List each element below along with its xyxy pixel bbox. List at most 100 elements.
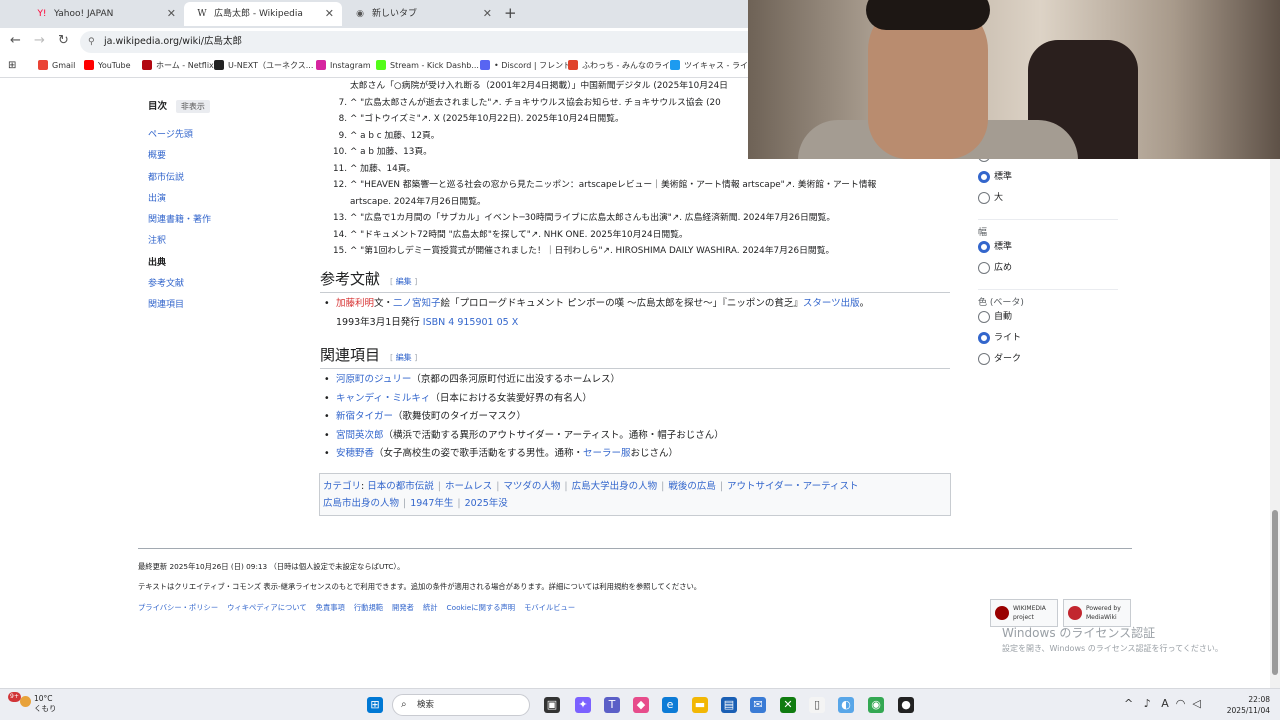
volume-icon[interactable]: ◁ bbox=[1192, 697, 1200, 710]
close-icon[interactable]: ✕ bbox=[167, 2, 176, 26]
toc-item[interactable]: 都市伝説 bbox=[148, 170, 308, 191]
publisher-link[interactable]: スターツ出版 bbox=[803, 298, 860, 309]
scrollbar[interactable] bbox=[1270, 78, 1280, 688]
start-icon[interactable]: ⊞ bbox=[367, 697, 383, 713]
edit-link[interactable]: [ 編集 ] bbox=[390, 353, 417, 362]
new-tab-button[interactable]: + bbox=[504, 4, 517, 22]
bookmark-youtube[interactable]: YouTube bbox=[84, 60, 131, 70]
category-link[interactable]: 1947年生 bbox=[410, 498, 453, 509]
category-link[interactable]: 日本の都市伝説 bbox=[367, 481, 434, 492]
teams-icon[interactable]: T bbox=[604, 697, 620, 713]
outlook-icon[interactable]: ✉ bbox=[750, 697, 766, 713]
app-icon[interactable]: ◐ bbox=[838, 697, 854, 713]
microphone-icon[interactable]: ♪ bbox=[1144, 697, 1151, 710]
store-icon[interactable]: ▤ bbox=[721, 697, 737, 713]
site-info-icon[interactable]: ⚲ bbox=[88, 31, 95, 53]
category-link[interactable]: 戦後の広島 bbox=[668, 481, 716, 492]
bookmark-discord[interactable]: • Discord | フレンド bbox=[480, 60, 571, 71]
isbn-link[interactable]: ISBN 4 915901 05 X bbox=[423, 317, 518, 328]
bookmark-unext[interactable]: U-NEXT（ユーネクス... bbox=[214, 60, 313, 71]
footer-link[interactable]: 免責事項 bbox=[316, 603, 345, 612]
toc-item[interactable]: 関連書籍・著作 bbox=[148, 212, 308, 233]
obs-icon[interactable]: ● bbox=[898, 697, 914, 713]
footer-link[interactable]: 統計 bbox=[423, 603, 438, 612]
related-link[interactable]: 河原町のジュリー bbox=[336, 374, 411, 385]
tab-yahoo[interactable]: Y! Yahoo! JAPAN ✕ bbox=[24, 2, 184, 26]
category-link[interactable]: マツダの人物 bbox=[503, 481, 560, 492]
wikimedia-badge[interactable]: WIKIMEDIA project bbox=[990, 599, 1058, 627]
footer-link[interactable]: 行動規範 bbox=[354, 603, 383, 612]
task-view-icon[interactable]: ▣ bbox=[544, 697, 560, 713]
chrome-icon[interactable]: ◉ bbox=[868, 697, 884, 713]
reference-text[interactable]: ^ "第1回わしデミー賞授賞式が開催されました！｜日刊わしら"↗. HIROSH… bbox=[350, 246, 834, 256]
copilot-icon[interactable]: ✦ bbox=[575, 697, 591, 713]
toc-item[interactable]: 注釈 bbox=[148, 233, 308, 254]
author-link[interactable]: 加藤利明 bbox=[336, 298, 374, 309]
clock[interactable]: 22:08 2025/11/04 bbox=[1222, 694, 1270, 716]
radio-option[interactable]: 広め bbox=[978, 262, 1118, 283]
radio-option[interactable]: 標準 bbox=[978, 241, 1118, 262]
radio-option[interactable]: ライト bbox=[978, 332, 1118, 353]
related-link[interactable]: 安穂野香 bbox=[336, 448, 374, 459]
reference-text[interactable]: ^ a b 加藤、13頁。 bbox=[350, 147, 432, 157]
related-link[interactable]: キャンディ・ミルキィ bbox=[336, 393, 430, 404]
reference-text[interactable]: artscape. 2024年7月26日閲覧。 bbox=[350, 197, 486, 207]
bookmark-instagram[interactable]: Instagram bbox=[316, 60, 371, 70]
toc-item[interactable]: 出演 bbox=[148, 191, 308, 212]
close-icon[interactable]: ✕ bbox=[325, 2, 334, 26]
radio-option[interactable]: 大 bbox=[978, 192, 1118, 213]
footer-link[interactable]: モバイルビュー bbox=[524, 603, 575, 612]
mediawiki-badge[interactable]: Powered by MediaWiki bbox=[1063, 599, 1131, 627]
xbox-icon[interactable]: ✕ bbox=[780, 697, 796, 713]
related-link[interactable]: セーラー服 bbox=[583, 448, 631, 459]
related-link[interactable]: 宮間英次郎 bbox=[336, 430, 384, 441]
tab-wikipedia[interactable]: W 広島太郎 - Wikipedia ✕ bbox=[184, 2, 342, 26]
footer-link[interactable]: Cookieに関する声明 bbox=[447, 603, 516, 612]
tab-new[interactable]: ◉ 新しいタブ ✕ bbox=[342, 2, 500, 26]
reference-text[interactable]: ^ "HEAVEN 都築響一と巡る社会の窓から見たニッポン：artscapeレビ… bbox=[350, 180, 876, 190]
category-link[interactable]: ホームレス bbox=[445, 481, 492, 492]
reference-text[interactable]: ^ "広島太郎さんが逝去されました"↗. チョキサウルス協会お知らせ. チョキサ… bbox=[350, 98, 721, 108]
category-link[interactable]: 広島市出身の人物 bbox=[323, 498, 399, 509]
toc-item[interactable]: 関連項目 bbox=[148, 297, 308, 318]
category-label[interactable]: カテゴリ bbox=[323, 481, 361, 492]
toc-item[interactable]: 概要 bbox=[148, 148, 308, 169]
radio-option[interactable]: 自動 bbox=[978, 311, 1118, 332]
toc-item[interactable]: 参考文献 bbox=[148, 276, 308, 297]
reference-text[interactable]: ^ "広島で1カ月間の「サブカル」イベント─30時間ライブに広島太郎さんも出演"… bbox=[350, 213, 835, 223]
close-icon[interactable]: ✕ bbox=[483, 2, 492, 26]
reference-text[interactable]: 太郎さん「○病院が受け入れ断る（2001年2月4日掲載）」中国新聞デジタル (2… bbox=[350, 81, 728, 91]
reference-text[interactable]: ^ 加藤、14頁。 bbox=[350, 164, 415, 174]
notepad-icon[interactable]: ▯ bbox=[809, 697, 825, 713]
file-explorer-icon[interactable]: ▬ bbox=[692, 697, 708, 713]
radio-option[interactable]: ダーク bbox=[978, 353, 1118, 374]
category-link[interactable]: 2025年没 bbox=[465, 498, 508, 509]
bookmark-netflix[interactable]: ホーム - Netflix bbox=[142, 60, 214, 71]
radio-option[interactable]: 標準 bbox=[978, 171, 1118, 192]
ime-icon[interactable]: A bbox=[1161, 697, 1169, 710]
scrollbar-thumb[interactable] bbox=[1272, 510, 1278, 675]
weather-widget[interactable]: 9+ 10°C くもり bbox=[8, 692, 57, 714]
toc-item[interactable]: ページ先頭 bbox=[148, 127, 308, 148]
reload-icon[interactable]: ↻ bbox=[58, 33, 69, 48]
related-link[interactable]: 新宿タイガー bbox=[336, 411, 393, 422]
footer-link[interactable]: プライバシー・ポリシー bbox=[138, 603, 218, 612]
chevron-up-icon[interactable]: ^ bbox=[1124, 697, 1133, 710]
app-icon[interactable]: ◆ bbox=[633, 697, 649, 713]
back-icon[interactable]: ← bbox=[10, 33, 21, 48]
reference-text[interactable]: ^ "ゴトウイズミ"↗. X (2025年10月22日). 2025年10月24… bbox=[350, 114, 624, 124]
footer-link[interactable]: 開発者 bbox=[392, 603, 414, 612]
forward-icon[interactable]: → bbox=[34, 33, 45, 48]
toc-item[interactable]: 出典 bbox=[148, 255, 308, 276]
address-bar[interactable]: ⚲ ja.wikipedia.org/wiki/広島太郎 bbox=[80, 31, 760, 53]
reference-text[interactable]: ^ a b c 加藤、12頁。 bbox=[350, 131, 440, 141]
illustrator-link[interactable]: 二ノ宮知子 bbox=[393, 298, 441, 309]
category-link[interactable]: 広島大学出身の人物 bbox=[572, 481, 658, 492]
toc-hide-button[interactable]: 非表示 bbox=[175, 100, 210, 113]
bookmark-gmail[interactable]: Gmail bbox=[38, 60, 75, 70]
apps-icon[interactable]: ⊞ bbox=[8, 60, 16, 71]
edit-link[interactable]: [ 編集 ] bbox=[390, 277, 417, 286]
category-link[interactable]: アウトサイダー・アーティスト bbox=[727, 481, 858, 492]
footer-link[interactable]: ウィキペディアについて bbox=[227, 603, 307, 612]
bookmark-kick[interactable]: Stream - Kick Dashb... bbox=[376, 60, 479, 70]
